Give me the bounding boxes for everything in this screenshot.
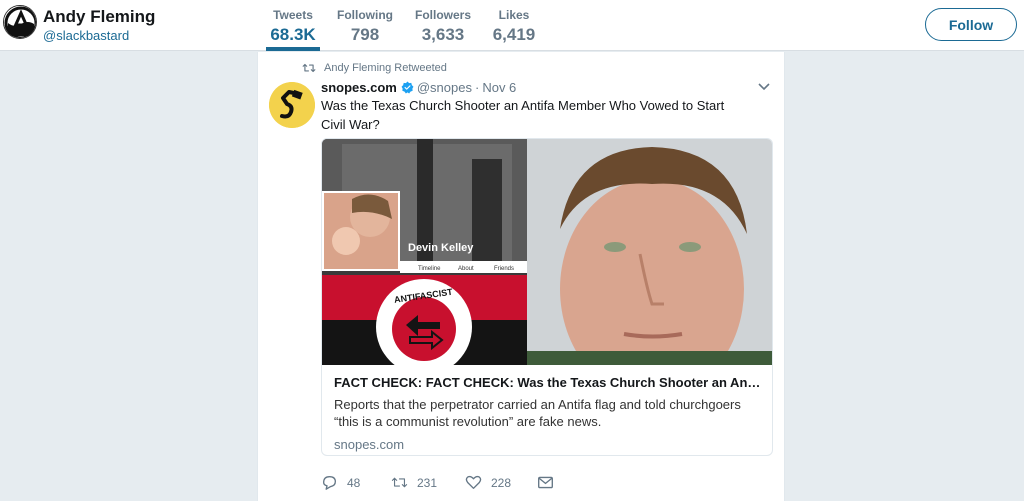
profile-name[interactable]: Andy Fleming	[43, 7, 155, 27]
stat-label: Following	[337, 8, 393, 22]
tweet-header: snopes.com @snopes · Nov 6	[321, 80, 516, 95]
stat-value: 68.3K	[270, 25, 316, 44]
stat-label: Likes	[498, 8, 530, 22]
reply-count: 48	[347, 475, 361, 490]
card-image-tab-timeline: Timeline	[418, 266, 441, 272]
retweet-button[interactable]: 231	[391, 475, 465, 490]
tweet-text: Was the Texas Church Shooter an Antifa M…	[321, 98, 725, 132]
envelope-icon	[538, 476, 553, 489]
retweet-context-text[interactable]: Andy Fleming Retweeted	[324, 62, 447, 74]
retweet-icon	[391, 477, 408, 488]
follow-button[interactable]: Follow	[925, 8, 1017, 41]
tweet-author-handle[interactable]: @snopes	[417, 80, 472, 95]
retweet-icon	[302, 63, 316, 73]
like-count: 228	[491, 475, 512, 490]
stat-following[interactable]: Following 798	[335, 8, 395, 45]
profile-handle[interactable]: @slackbastard	[43, 28, 129, 43]
profile-avatar[interactable]	[3, 5, 37, 39]
card-image-tab-about: About	[458, 266, 474, 272]
tweet-author-avatar[interactable]	[269, 82, 315, 128]
card-title: FACT CHECK: FACT CHECK: Was the Texas Ch…	[334, 375, 764, 390]
anarchist-circle-a-icon	[4, 6, 36, 38]
card-image-name: Devin Kelley	[408, 242, 474, 254]
tweet-actions: 48 231 228	[321, 475, 563, 490]
stat-followers[interactable]: Followers 3,633	[415, 8, 471, 45]
stat-likes[interactable]: Likes 6,419	[488, 8, 540, 45]
retweet-context: Andy Fleming Retweeted	[302, 62, 447, 74]
retweet-count: 231	[417, 475, 438, 490]
profile-nav-bar: Andy Fleming @slackbastard Tweets 68.3K …	[0, 0, 1024, 51]
stat-label: Tweets	[273, 8, 313, 22]
card-image-tab-friends: Friends	[494, 266, 514, 272]
direct-message-button[interactable]	[537, 475, 563, 490]
chevron-down-icon[interactable]	[757, 82, 771, 92]
timeline: Andy Fleming Retweeted snopes.com @snope…	[257, 52, 785, 501]
reply-button[interactable]: 48	[321, 475, 391, 490]
like-button[interactable]: 228	[465, 475, 537, 490]
link-card[interactable]: Devin Kelley Timeline About Friends ANTI…	[321, 138, 773, 456]
tweet-separator: ·	[474, 80, 480, 95]
stat-value: 3,633	[421, 25, 465, 44]
stat-value: 6,419	[492, 25, 536, 44]
heart-icon	[465, 475, 482, 489]
snopes-logo-icon	[269, 82, 315, 128]
card-body: FACT CHECK: FACT CHECK: Was the Texas Ch…	[334, 375, 764, 452]
tweet-author-name[interactable]: snopes.com	[321, 80, 397, 95]
verified-badge-icon	[401, 81, 414, 94]
card-image: Devin Kelley Timeline About Friends ANTI…	[322, 139, 772, 365]
stat-label: Followers	[415, 8, 472, 22]
tweet-timestamp[interactable]: Nov 6	[482, 80, 516, 95]
stat-value: 798	[350, 25, 380, 44]
card-domain: snopes.com	[334, 437, 405, 452]
card-description: Reports that the perpetrator carried an …	[334, 397, 741, 429]
reply-icon	[323, 476, 337, 490]
stat-tweets[interactable]: Tweets 68.3K	[266, 8, 320, 51]
